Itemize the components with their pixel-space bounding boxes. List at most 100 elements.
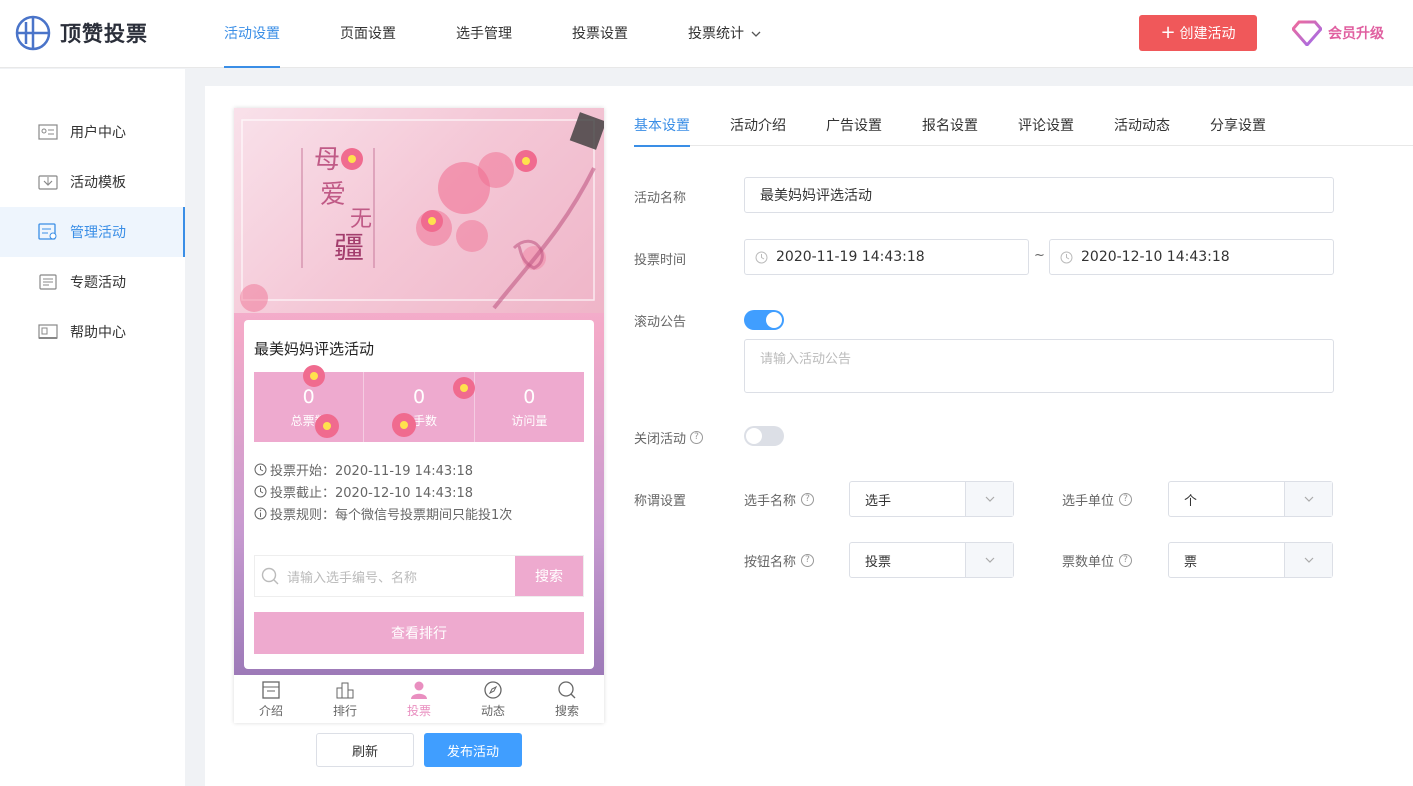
vote-end-value: 2020-12-10 14:43:18 (1081, 249, 1230, 265)
tab-basic-settings[interactable]: 基本设置 (634, 108, 690, 147)
sidebar-item-label: 活动模板 (70, 175, 126, 191)
sidebar: 用户中心 活动模板 管理活动 专题活动 帮助中心 (0, 69, 185, 786)
help-icon (38, 324, 58, 339)
main-nav: 活动设置 页面设置 选手管理 投票设置 投票统计 (224, 0, 822, 68)
notice-toggle[interactable] (744, 310, 784, 330)
tab-ad-settings[interactable]: 广告设置 (826, 108, 882, 146)
tab-label: 排行 (332, 703, 357, 718)
vote-time-label: 投票时间 (634, 253, 687, 268)
topic-icon (39, 274, 57, 290)
sidebar-item-topics[interactable]: 专题活动 (0, 257, 185, 307)
player-name-text: 选手名称 (744, 494, 797, 509)
player-name-value: 选手 (865, 493, 892, 509)
tab-vote[interactable]: 投票 (382, 675, 456, 723)
player-unit-value: 个 (1184, 493, 1198, 509)
button-name-select[interactable]: 投票 (849, 542, 1014, 578)
activity-name-input[interactable]: 最美妈妈评选活动 (744, 177, 1334, 213)
clock-icon (1060, 251, 1073, 263)
sidebar-item-help[interactable]: 帮助中心 (0, 307, 185, 357)
nav-label: 投票设置 (572, 26, 628, 42)
chevron-down-icon[interactable] (1284, 482, 1332, 516)
diamond-icon (1292, 20, 1322, 46)
plus-icon: + (1160, 22, 1176, 43)
tab-search[interactable]: 搜索 (530, 675, 604, 723)
logo-text: 顶赞投票 (60, 22, 148, 46)
nav-activity-settings[interactable]: 活动设置 (224, 0, 280, 68)
nav-label: 活动设置 (224, 26, 280, 42)
vote-start-input[interactable]: 2020-11-19 14:43:18 (744, 239, 1029, 275)
sidebar-item-manage[interactable]: 管理活动 (0, 207, 185, 257)
manage-icon (38, 223, 57, 240)
sidebar-item-label: 用户中心 (70, 125, 126, 141)
help-icon[interactable]: ? (801, 554, 815, 567)
user-card-icon (38, 124, 58, 140)
nav-vote-stats[interactable]: 投票统计 (688, 0, 762, 68)
settings-tabs: 基本设置 活动介绍 广告设置 报名设置 评论设置 活动动态 分享设置 (634, 108, 1413, 147)
tab-activity-dynamics[interactable]: 活动动态 (1114, 108, 1170, 146)
chevron-down-icon[interactable] (965, 543, 1013, 577)
player-unit-text: 选手单位 (1062, 494, 1115, 509)
help-icon[interactable]: ? (1119, 493, 1133, 506)
phone-preview: 母 爱 无 疆 最美妈妈评选活动 0 总票数 0 选手数 0 访问量 投票开始：… (234, 108, 604, 723)
vip-upgrade-link[interactable]: 会员升级 (1292, 20, 1384, 46)
vote-end-input[interactable]: 2020-12-10 14:43:18 (1049, 239, 1334, 275)
nav-vote-settings[interactable]: 投票设置 (572, 0, 628, 68)
notice-textarea[interactable]: 请输入活动公告 (744, 339, 1334, 393)
nav-page-settings[interactable]: 页面设置 (340, 0, 396, 68)
vote-unit-text: 票数单位 (1062, 555, 1115, 570)
nav-label: 选手管理 (456, 26, 512, 42)
tab-share-settings[interactable]: 分享设置 (1210, 108, 1266, 146)
nav-player-management[interactable]: 选手管理 (456, 0, 512, 68)
clock-icon (755, 251, 768, 263)
notice-label: 滚动公告 (634, 315, 687, 330)
tab-ranking[interactable]: 排行 (308, 675, 382, 723)
title-settings-label: 称谓设置 (634, 494, 687, 509)
help-icon[interactable]: ? (801, 493, 815, 506)
tab-activity-intro[interactable]: 活动介绍 (730, 108, 786, 146)
activity-name-label: 活动名称 (634, 191, 687, 206)
create-activity-button[interactable]: + 创建活动 (1139, 15, 1257, 51)
player-unit-select[interactable]: 个 (1168, 481, 1333, 517)
publish-button[interactable]: 发布活动 (424, 733, 522, 767)
button-name-text: 按钮名称 (744, 555, 797, 570)
tab-intro[interactable]: 介绍 (234, 675, 308, 723)
toggle-knob (746, 428, 762, 444)
tab-comment-settings[interactable]: 评论设置 (1018, 108, 1074, 146)
flower-decorations (303, 148, 537, 438)
player-name-select[interactable]: 选手 (849, 481, 1014, 517)
tab-dynamics[interactable]: 动态 (456, 675, 530, 723)
toggle-knob (766, 312, 782, 328)
chevron-down-icon (751, 31, 761, 37)
vote-unit-select[interactable]: 票 (1168, 542, 1333, 578)
sidebar-item-label: 帮助中心 (70, 325, 126, 341)
vip-label: 会员升级 (1328, 26, 1384, 42)
logo-icon (15, 15, 51, 51)
tab-label: 投票 (406, 703, 431, 718)
template-icon (38, 175, 58, 190)
sidebar-item-label: 管理活动 (70, 225, 126, 241)
sidebar-item-label: 专题活动 (70, 275, 126, 291)
chevron-down-icon[interactable] (965, 482, 1013, 516)
person-icon (411, 681, 427, 699)
vote-start-value: 2020-11-19 14:43:18 (776, 249, 925, 265)
close-activity-label: 关闭活动 ? (634, 428, 704, 447)
activity-name-value: 最美妈妈评选活动 (760, 188, 872, 204)
vote-unit-value: 票 (1184, 554, 1198, 570)
tab-signup-settings[interactable]: 报名设置 (922, 108, 978, 146)
help-icon[interactable]: ? (1119, 554, 1133, 567)
compass-icon (484, 680, 502, 699)
nav-label: 页面设置 (340, 26, 396, 42)
nav-label: 投票统计 (688, 26, 744, 42)
refresh-button[interactable]: 刷新 (316, 733, 414, 767)
create-activity-label: 创建活动 (1179, 26, 1236, 42)
notice-placeholder: 请输入活动公告 (760, 352, 852, 367)
help-icon[interactable]: ? (690, 431, 704, 444)
time-separator: ~ (1034, 248, 1045, 263)
logo[interactable]: 顶赞投票 (14, 14, 148, 52)
preview-tabbar: 介绍 排行 投票 动态 搜索 (234, 675, 604, 723)
close-activity-toggle[interactable] (744, 426, 784, 446)
sidebar-item-user-center[interactable]: 用户中心 (0, 107, 185, 157)
intro-icon (262, 680, 280, 699)
sidebar-item-templates[interactable]: 活动模板 (0, 157, 185, 207)
chevron-down-icon[interactable] (1284, 543, 1332, 577)
